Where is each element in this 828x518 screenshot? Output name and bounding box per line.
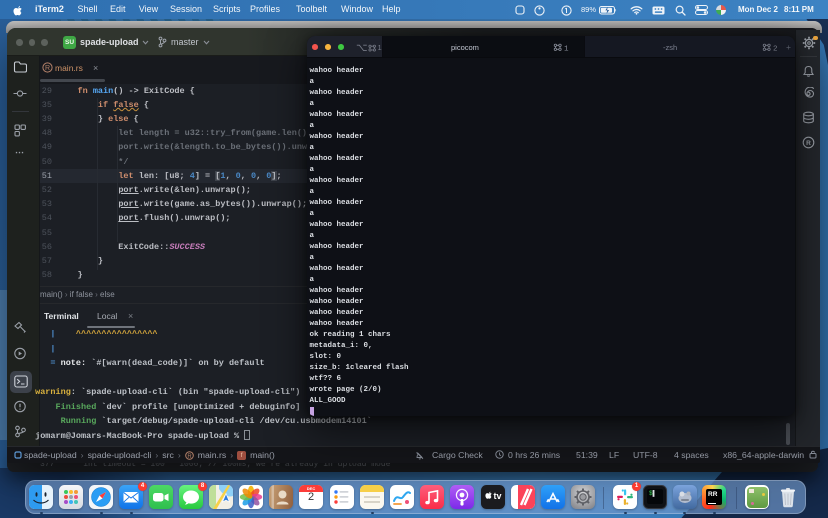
svg-text:R: R — [187, 454, 192, 460]
svg-text:2: 2 — [773, 45, 778, 52]
svg-text:R: R — [806, 140, 811, 147]
svg-text:1: 1 — [564, 45, 569, 52]
svg-text:R: R — [45, 65, 50, 72]
svg-text:tv: tv — [494, 491, 502, 501]
